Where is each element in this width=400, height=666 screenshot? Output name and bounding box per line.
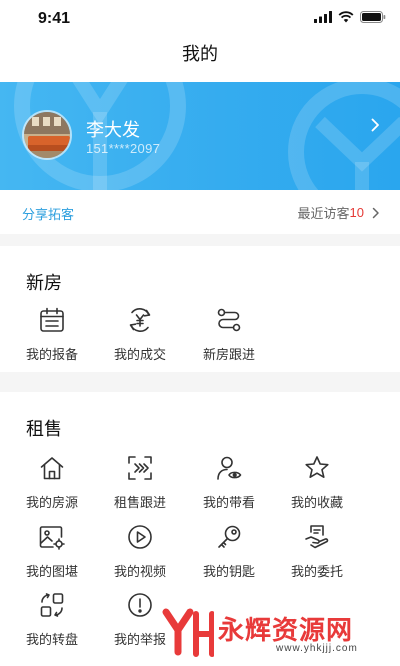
grid-label: 我的带看: [202, 495, 255, 510]
share-row: 分享拓客 最近访客 10: [0, 190, 400, 234]
battery-icon: [360, 11, 386, 23]
alert-circle-icon: [128, 593, 152, 617]
section-title: 租售: [26, 419, 62, 439]
grid-label: 新房跟进: [202, 347, 255, 362]
grid-item-new-house-follow-up[interactable]: 新房跟进: [185, 306, 273, 363]
star-icon: [305, 456, 329, 478]
grid-label: 我的委托: [290, 564, 343, 579]
grid-item-my-transfers[interactable]: 我的转盘: [8, 591, 96, 648]
yuan-refresh-icon: [129, 308, 151, 332]
status-time: 9:41: [38, 10, 71, 27]
signal-icon: [314, 11, 332, 23]
scan-forward-icon: [128, 456, 152, 480]
hand-document-icon: [305, 525, 329, 549]
status-icons: [314, 11, 386, 23]
recent-visitors[interactable]: 最近访客 10: [298, 203, 380, 222]
share-link[interactable]: 分享拓客: [22, 204, 74, 223]
grid-label: 我的房源: [25, 495, 78, 510]
grid-label: 我的报备: [25, 347, 78, 362]
key-icon: [218, 525, 241, 548]
calendar-icon: [40, 307, 64, 332]
grid-item-my-reports[interactable]: 我的报备: [8, 306, 96, 363]
chevron-right-icon[interactable]: [371, 118, 380, 132]
grid-item-my-keys[interactable]: 我的钥匙: [185, 523, 273, 580]
grid-label: 我的钥匙: [202, 564, 255, 579]
grid-label: 我的收藏: [290, 495, 343, 510]
avatar[interactable]: [22, 110, 72, 160]
grid-item-my-favorites[interactable]: 我的收藏: [273, 454, 361, 511]
grid-item-my-videos[interactable]: 我的视频: [96, 523, 184, 580]
grid-label: 我的图堪: [25, 564, 78, 579]
wifi-icon: [338, 11, 354, 23]
grid-item-my-survey-images[interactable]: 我的图堪: [8, 523, 96, 580]
transfer-icon: [40, 593, 64, 617]
profile-name: 李大发: [86, 120, 140, 140]
grid-item-rental-follow-up[interactable]: 租售跟进: [96, 454, 184, 511]
house-icon: [40, 457, 64, 480]
nav-bar: 我的: [0, 36, 400, 82]
grid-label: 我的成交: [113, 347, 166, 362]
grid-item-my-entrustments[interactable]: 我的委托: [273, 523, 361, 580]
grid-item-my-deals[interactable]: 我的成交: [96, 306, 184, 363]
watermark-text: 永辉资源网: [218, 615, 354, 645]
image-settings-icon: [39, 526, 65, 550]
page-title: 我的: [182, 44, 218, 64]
grid-item-my-viewings[interactable]: 我的带看: [185, 454, 273, 511]
profile-phone: 151****2097: [86, 141, 161, 156]
grid-label: 我的转盘: [25, 632, 78, 647]
section-new-house: 新房 我的报备 我的成交 新房跟进: [0, 246, 400, 372]
visitors-count: 10: [349, 205, 364, 220]
chevron-right-icon: [372, 207, 379, 218]
user-eye-icon: [217, 456, 242, 480]
play-circle-icon: [128, 525, 152, 549]
watermark-logo-icon: [162, 608, 214, 657]
section-title: 新房: [26, 273, 62, 293]
route-icon: [217, 308, 241, 332]
grid-label: 我的视频: [113, 564, 166, 579]
watermark-overlay: 永辉资源网 www.yhkjjj.com: [162, 606, 382, 662]
grid-item-my-listings[interactable]: 我的房源: [8, 454, 96, 511]
watermark-url: www.yhkjjj.com: [276, 643, 358, 654]
visitors-label: 最近访客: [297, 206, 350, 221]
grid-label: 租售跟进: [113, 495, 166, 510]
profile-card[interactable]: 李大发 151****2097: [0, 82, 400, 190]
status-bar: 9:41: [0, 0, 400, 36]
